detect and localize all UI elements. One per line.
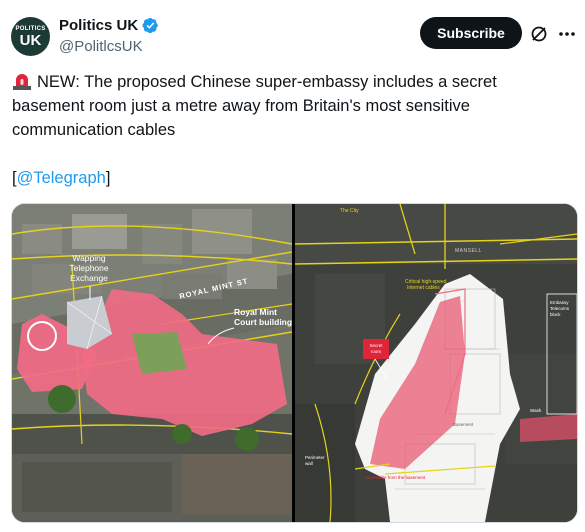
label-embassy-3: block (550, 312, 561, 317)
grok-icon[interactable] (529, 24, 549, 44)
tweet-text: NEW: The proposed Chinese super-embassy … (12, 70, 572, 190)
label-wapping-2: Telephone (69, 263, 109, 273)
label-royal-mint-2: Court buildings (234, 317, 292, 327)
label-embassy-2: Telecoms (550, 306, 570, 311)
new-label: NEW: (37, 73, 80, 91)
siren-icon (12, 72, 32, 90)
label-wapping-3: Exchange (70, 273, 108, 283)
label-the-city: The City (340, 208, 359, 214)
label-secret-2: room (371, 349, 382, 354)
author-name-row: Politics UK (59, 17, 159, 34)
avatar[interactable]: POLITICS UK (11, 17, 50, 56)
display-name[interactable]: Politics UK (59, 17, 138, 34)
media-gallery[interactable]: Wapping Telephone Exchange ROYAL MINT ST… (11, 203, 578, 523)
label-embassy-1: Embassy (550, 300, 569, 305)
label-perimeter-1: Perimeter (305, 455, 325, 460)
label-perimeter-2: wall (305, 461, 313, 466)
subscribe-button[interactable]: Subscribe (420, 17, 522, 49)
label-royal-mint-1: Royal Mint (234, 307, 277, 317)
tweet-body: The proposed Chinese super-embassy inclu… (12, 73, 497, 139)
label-bottom: Accessible from the basement (365, 475, 426, 480)
label-wapping-1: Wapping (72, 253, 106, 263)
label-basement: Basement (453, 422, 474, 427)
aerial-image[interactable]: Wapping Telephone Exchange ROYAL MINT ST… (12, 204, 297, 522)
label-mansell: MANSELL (455, 248, 482, 254)
telegraph-link[interactable]: @Telegraph (17, 169, 106, 187)
site-plan-image[interactable]: The City MANSELL Critical high-speed Int… (294, 204, 577, 522)
label-secret-1: Secret (369, 343, 383, 348)
more-options-icon[interactable] (557, 24, 577, 44)
account-handle[interactable]: @PolitlcsUK (59, 38, 143, 55)
avatar-text-top: POLITICS (15, 25, 46, 32)
label-cables-2: Internet cables (407, 285, 440, 291)
verified-badge-icon (142, 17, 159, 34)
bracket-close: ] (105, 169, 111, 187)
avatar-text-bottom: UK (19, 31, 42, 49)
label-wash: Wash (530, 408, 542, 413)
